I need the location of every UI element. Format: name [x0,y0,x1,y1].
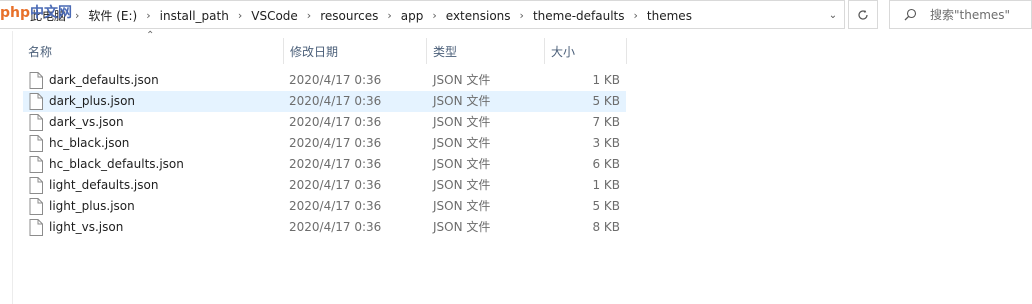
file-icon [29,135,43,152]
breadcrumb: 此电脑 › 软件 (E:) › install_path › VSCode › … [0,1,696,30]
file-icon [29,156,43,173]
file-row[interactable]: light_plus.json 2020/4/17 0:36 JSON 文件 5 KB [23,196,626,217]
address-bar-area: 此电脑 › 软件 (E:) › install_path › VSCode › … [0,0,1032,31]
crumb-extensions[interactable]: extensions [442,9,515,23]
file-name: hc_black.json [49,136,130,150]
crumb-themes[interactable]: themes [643,9,696,23]
file-name: dark_vs.json [49,115,124,129]
file-icon [29,114,43,131]
file-row[interactable]: dark_vs.json 2020/4/17 0:36 JSON 文件 7 KB [23,112,626,133]
file-type: JSON 文件 [433,136,491,150]
chevron-right-icon[interactable]: › [427,9,441,22]
file-size: 8 KB [592,220,620,234]
chevron-right-icon[interactable]: › [70,9,84,22]
file-date: 2020/4/17 0:36 [289,94,382,108]
crumb-vscode[interactable]: VSCode [247,9,302,23]
file-row[interactable]: dark_defaults.json 2020/4/17 0:36 JSON 文件 1… [23,70,626,91]
address-bar[interactable]: 此电脑 › 软件 (E:) › install_path › VSCode › … [0,0,845,29]
file-size: 6 KB [592,157,620,171]
file-date: 2020/4/17 0:36 [289,136,382,150]
file-name: light_defaults.json [49,178,159,192]
file-type: JSON 文件 [433,115,491,129]
column-header-size[interactable]: 大小 [545,38,627,64]
file-name: dark_plus.json [49,94,136,108]
column-header-name-label: 名称 [28,44,53,59]
file-type: JSON 文件 [433,94,491,108]
search-icon [904,8,922,21]
file-name: dark_defaults.json [49,73,159,87]
file-size: 7 KB [592,115,620,129]
chevron-right-icon[interactable]: › [302,9,316,22]
file-type: JSON 文件 [433,220,491,234]
file-type: JSON 文件 [433,178,491,192]
file-date: 2020/4/17 0:36 [289,199,382,213]
column-header-size-label: 大小 [551,44,576,59]
file-date: 2020/4/17 0:36 [289,115,382,129]
refresh-icon [858,9,868,20]
file-icon [29,177,43,194]
crumb-install-path[interactable]: install_path [156,9,233,23]
file-type: JSON 文件 [433,199,491,213]
navigation-pane-edge[interactable] [0,31,13,304]
file-date: 2020/4/17 0:36 [289,73,382,87]
watermark-logo: php中文网 [0,5,73,21]
file-size: 1 KB [592,73,620,87]
file-name: light_vs.json [49,220,124,234]
file-name: hc_black_defaults.json [49,157,184,171]
column-header-type-label: 类型 [433,44,458,59]
file-type: JSON 文件 [433,157,491,171]
file-type: JSON 文件 [433,73,491,87]
column-header-name[interactable]: 名称 [22,38,284,64]
history-dropdown-button[interactable]: ⌄ [822,1,844,30]
column-header-date[interactable]: 修改日期 [284,38,427,64]
chevron-right-icon[interactable]: › [382,9,396,22]
search-placeholder: 搜索"themes" [930,8,1011,22]
file-row[interactable]: light_vs.json 2020/4/17 0:36 JSON 文件 8 KB [23,217,626,238]
file-size: 1 KB [592,178,620,192]
file-date: 2020/4/17 0:36 [289,178,382,192]
file-date: 2020/4/17 0:36 [289,220,382,234]
crumb-theme-defaults[interactable]: theme-defaults [529,9,629,23]
crumb-app[interactable]: app [397,9,428,23]
file-row[interactable]: dark_plus.json 2020/4/17 0:36 JSON 文件 5 KB [23,91,626,112]
refresh-button[interactable] [848,0,878,29]
chevron-down-icon: ⌄ [828,10,838,21]
file-size: 3 KB [592,136,620,150]
file-icon [29,198,43,215]
chevron-right-icon[interactable]: › [233,9,247,22]
search-box[interactable]: 搜索"themes" [889,0,1032,29]
file-size: 5 KB [592,94,620,108]
chevron-right-icon[interactable]: › [141,9,155,22]
file-date: 2020/4/17 0:36 [289,157,382,171]
file-row[interactable]: light_defaults.json 2020/4/17 0:36 JSON 文件… [23,175,626,196]
file-row[interactable]: hc_black_defaults.json 2020/4/17 0:36 JSON… [23,154,626,175]
file-icon [29,72,43,89]
file-size: 5 KB [592,199,620,213]
chevron-right-icon[interactable]: › [629,9,643,22]
crumb-drive[interactable]: 软件 (E:) [84,7,141,24]
column-header-date-label: 修改日期 [290,44,339,59]
file-icon [29,93,43,110]
chevron-right-icon[interactable]: › [515,9,529,22]
file-name: light_plus.json [49,199,135,213]
file-row[interactable]: hc_black.json 2020/4/17 0:36 JSON 文件 3 KB [23,133,626,154]
crumb-resources[interactable]: resources [316,9,382,23]
column-header-type[interactable]: 类型 [427,38,545,64]
file-icon [29,219,43,236]
